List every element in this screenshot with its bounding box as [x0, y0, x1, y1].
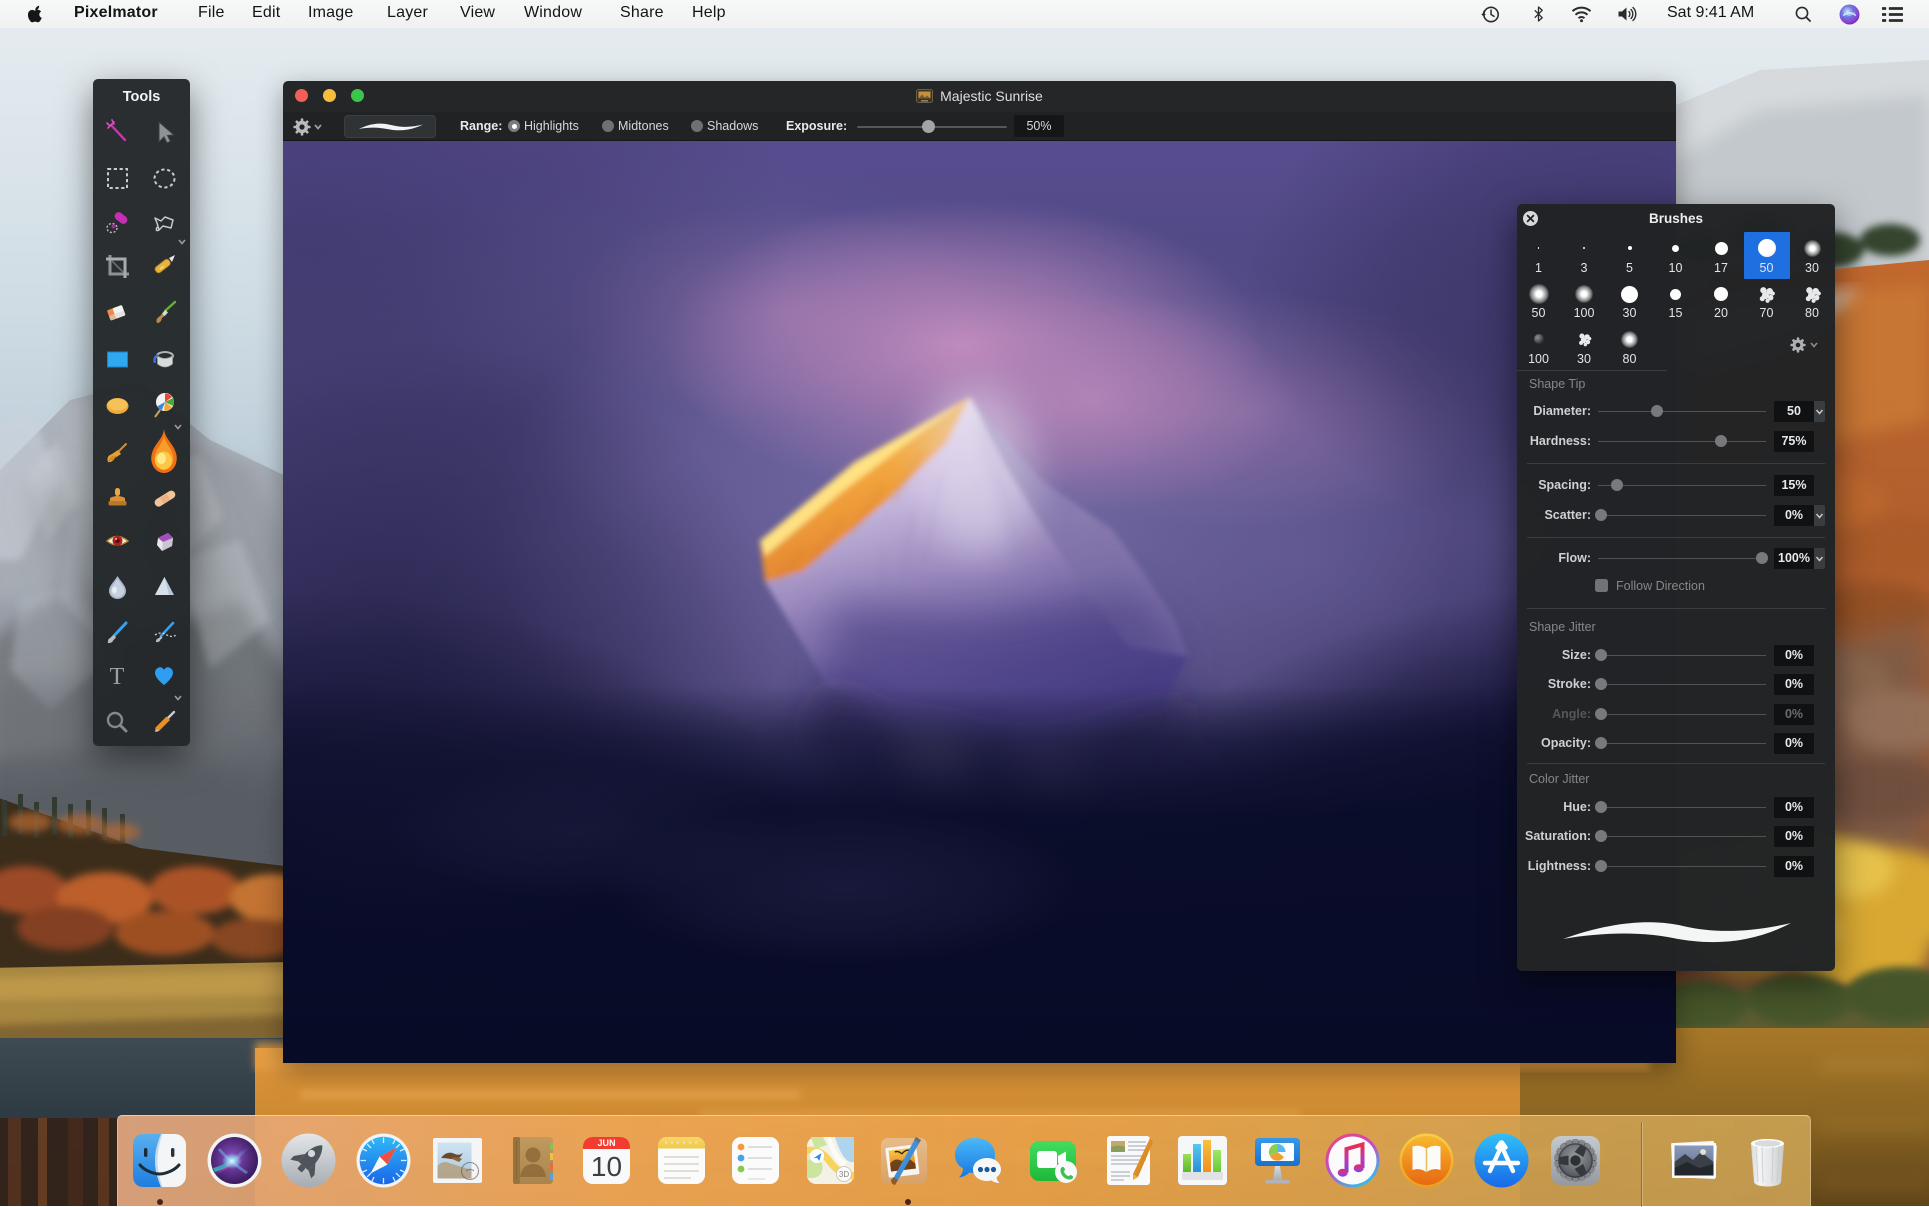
svg-text:T: T [110, 664, 125, 690]
svg-text:3D: 3D [839, 1170, 849, 1179]
svg-text:JUN: JUN [598, 1138, 616, 1148]
svg-text:10: 10 [591, 1151, 622, 1182]
